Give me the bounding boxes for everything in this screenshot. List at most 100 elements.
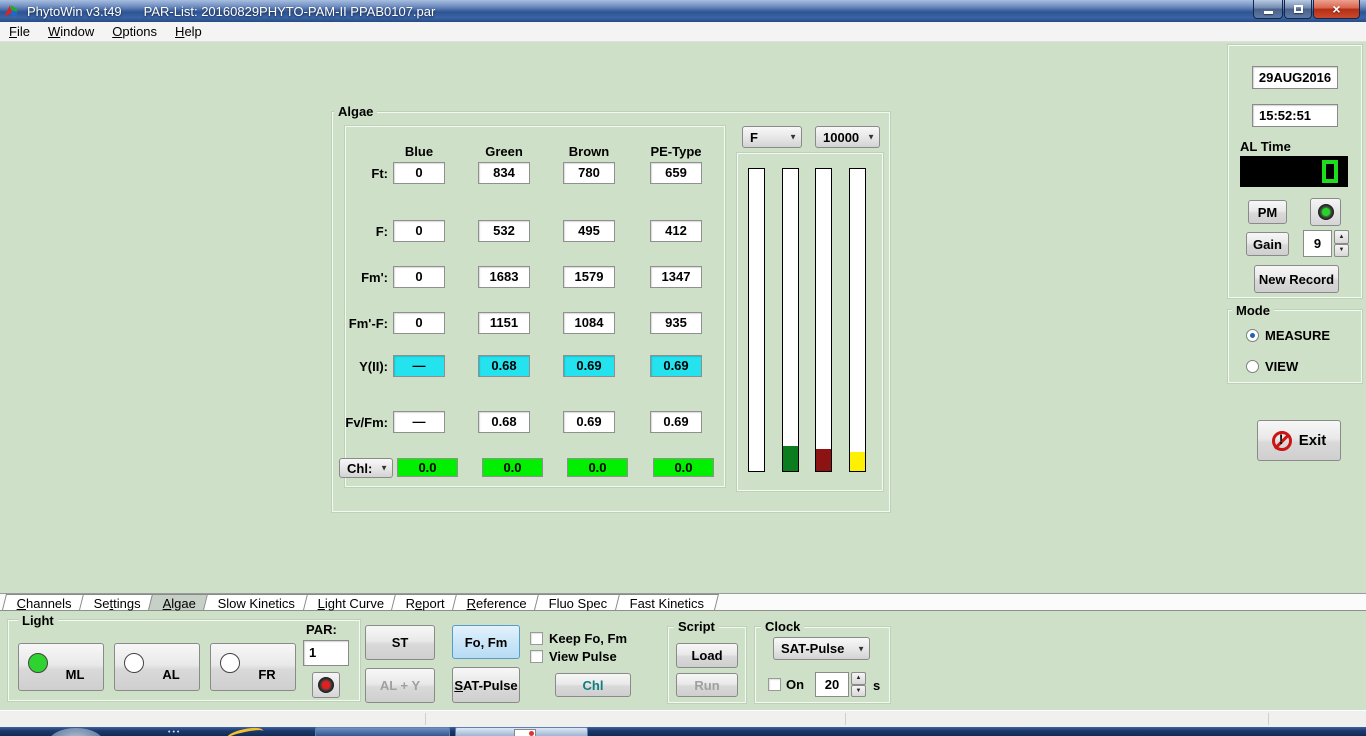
green-led-icon: [1318, 204, 1334, 220]
par-input[interactable]: 1: [303, 640, 349, 666]
tab-strip: Channels Settings Algae Slow Kinetics Li…: [0, 593, 1366, 611]
column-header-brown: Brown: [547, 144, 631, 159]
taskbar-app-button[interactable]: [315, 727, 450, 736]
measuring-light-led-button[interactable]: [1310, 198, 1341, 226]
minimize-button[interactable]: [1253, 0, 1283, 19]
taskbar-active-app-button[interactable]: [455, 727, 588, 736]
mode-group-label: Mode: [1232, 303, 1274, 318]
bar-pe-type-fill: [850, 452, 865, 471]
radio-measure[interactable]: MEASURE: [1246, 328, 1330, 343]
fr-button[interactable]: FR: [210, 643, 296, 691]
interval-down-button[interactable]: ▼: [851, 685, 866, 698]
ft-value-brown: 780: [563, 162, 615, 184]
menu-bar: File Window Options Help: [0, 22, 1366, 42]
fv-fm-value-brown: 0.69: [563, 411, 615, 433]
date-display: 29AUG2016: [1252, 66, 1338, 89]
clock-interval-spinner: 20 ▲ ▼: [815, 672, 867, 697]
menu-help[interactable]: Help: [166, 22, 211, 41]
app-icon: [7, 4, 21, 18]
menu-file[interactable]: File: [0, 22, 39, 41]
start-orb-icon[interactable]: [48, 728, 104, 736]
view-pulse-checkbox[interactable]: View Pulse: [530, 649, 617, 664]
window-title-app: PhytoWin v3.t49: [27, 4, 122, 19]
gain-down-button[interactable]: ▼: [1334, 244, 1349, 258]
chevron-down-icon: ▼: [789, 133, 797, 142]
row-label-fm: Fm':: [300, 270, 388, 285]
title-bar: PhytoWin v3.t49 PAR-List: 20160829PHYTO-…: [0, 0, 1366, 22]
row-label-f: F:: [300, 224, 388, 239]
al-y-button[interactable]: AL + Y: [365, 668, 435, 703]
fv-fm-value-pe-type: 0.69: [650, 411, 702, 433]
yii-value-green: 0.68: [478, 355, 530, 377]
interval-up-button[interactable]: ▲: [851, 672, 866, 685]
f-value-green: 532: [478, 220, 530, 242]
clock-interval-value: 20: [815, 672, 849, 697]
light-led-button[interactable]: [312, 672, 340, 698]
chevron-down-icon: ▼: [857, 644, 865, 653]
al-time-label: AL Time: [1240, 139, 1291, 154]
f-value-pe-type: 412: [650, 220, 702, 242]
fv-fm-value-green: 0.68: [478, 411, 530, 433]
sat-pulse-button[interactable]: SAT-Pulse: [452, 667, 520, 703]
fm-f-value-brown: 1084: [563, 312, 615, 334]
windows-taskbar[interactable]: •••: [0, 727, 1366, 736]
new-record-button[interactable]: New Record: [1254, 265, 1339, 293]
clock-on-checkbox[interactable]: On: [768, 677, 804, 692]
ft-value-green: 834: [478, 162, 530, 184]
tab-reference[interactable]: Reference: [452, 594, 542, 610]
menu-window[interactable]: Window: [39, 22, 103, 41]
fm-value-pe-type: 1347: [650, 266, 702, 288]
chl-button[interactable]: Chl: [555, 673, 631, 697]
tab-settings[interactable]: Settings: [79, 594, 156, 610]
tab-fast-kinetics[interactable]: Fast Kinetics: [615, 594, 719, 610]
chl-value-green: 0.0: [482, 458, 543, 477]
chl-value-blue: 0.0: [397, 458, 458, 477]
browser-icon[interactable]: [225, 727, 265, 736]
chevron-down-icon: ▼: [380, 464, 388, 473]
tab-fluo-spec[interactable]: Fluo Spec: [534, 594, 623, 610]
chl-row-dropdown[interactable]: Chl: ▼: [339, 458, 393, 478]
st-button[interactable]: ST: [365, 625, 435, 660]
close-button[interactable]: ×: [1313, 0, 1360, 19]
exit-icon: [1272, 431, 1292, 451]
red-led-icon: [318, 677, 334, 693]
menu-options[interactable]: Options: [103, 22, 166, 41]
gain-button[interactable]: Gain: [1246, 232, 1289, 256]
algae-group-label: Algae: [334, 104, 377, 119]
par-label: PAR:: [306, 622, 337, 637]
fm-value-blue: 0: [393, 266, 445, 288]
clock-on-checkbox-icon: [768, 678, 781, 691]
row-label-ft: Ft:: [300, 166, 388, 181]
maximize-button[interactable]: [1284, 0, 1312, 19]
tab-channels[interactable]: Channels: [2, 594, 87, 610]
signal-select-dropdown[interactable]: F ▼: [742, 126, 802, 148]
scale-select-dropdown[interactable]: 10000 ▼: [815, 126, 880, 148]
minimize-icon: [1264, 11, 1273, 14]
column-header-blue: Blue: [377, 144, 461, 159]
gain-up-button[interactable]: ▲: [1334, 230, 1349, 244]
view-pulse-checkbox-icon: [530, 650, 543, 663]
tab-light-curve[interactable]: Light Curve: [303, 594, 399, 610]
run-button[interactable]: Run: [676, 673, 738, 697]
fo-fm-button[interactable]: Fo, Fm: [452, 625, 520, 659]
pm-button[interactable]: PM: [1248, 200, 1287, 224]
al-lamp-icon: [124, 653, 144, 673]
tab-report[interactable]: Report: [391, 594, 460, 610]
bar-green: [782, 168, 799, 472]
fm-f-value-blue: 0: [393, 312, 445, 334]
tab-algae[interactable]: Algae: [148, 594, 211, 610]
clock-mode-dropdown[interactable]: SAT-Pulse ▼: [773, 637, 870, 660]
fv-fm-value-blue: —: [393, 411, 445, 433]
row-label-fv-fm: Fv/Fm:: [300, 415, 388, 430]
radio-view[interactable]: VIEW: [1246, 359, 1298, 374]
chl-value-brown: 0.0: [567, 458, 628, 477]
exit-button[interactable]: Exit: [1257, 420, 1341, 461]
column-header-green: Green: [462, 144, 546, 159]
tab-slow-kinetics[interactable]: Slow Kinetics: [203, 594, 310, 610]
keep-fo-fm-checkbox[interactable]: Keep Fo, Fm: [530, 631, 627, 646]
al-time-lcd: [1240, 156, 1348, 187]
taskbar-dots-icon: •••: [168, 729, 181, 736]
load-button[interactable]: Load: [676, 643, 738, 668]
ml-button[interactable]: ML: [18, 643, 104, 691]
al-button[interactable]: AL: [114, 643, 200, 691]
